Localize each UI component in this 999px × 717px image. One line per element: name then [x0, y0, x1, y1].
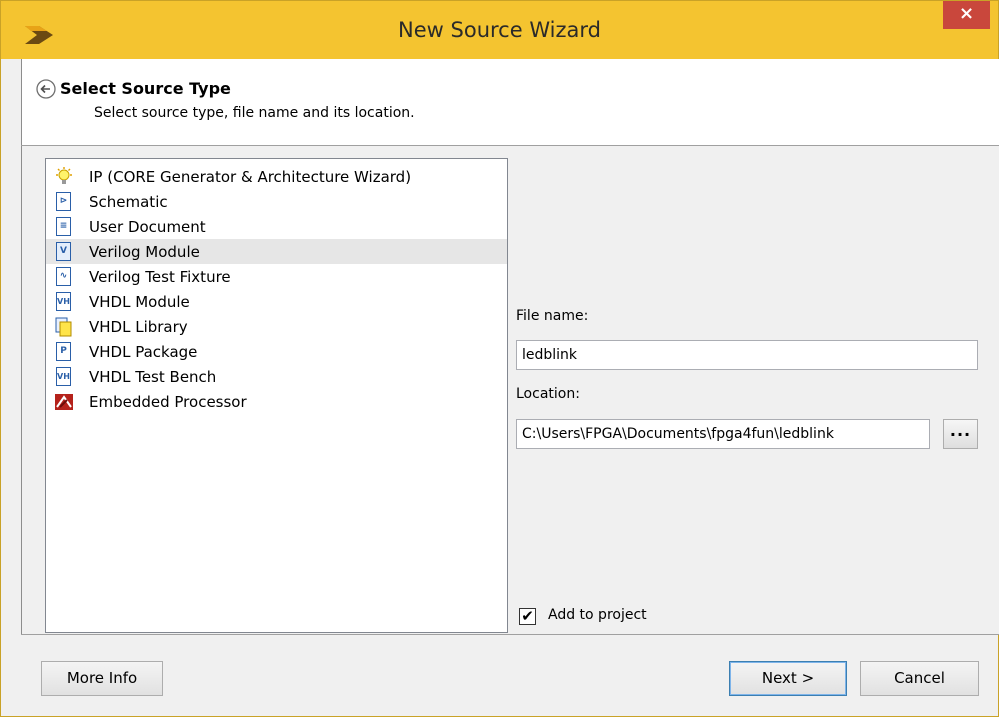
add-to-project-label[interactable]: Add to project — [548, 607, 647, 623]
list-item-label: Schematic — [89, 192, 168, 211]
list-item-label: Verilog Test Fixture — [89, 267, 231, 286]
list-item-label: Embedded Processor — [89, 392, 247, 411]
package-icon: P — [54, 341, 74, 362]
vhdl-module-icon: VH — [54, 291, 74, 312]
close-button[interactable]: × — [943, 1, 990, 29]
list-item-label: User Document — [89, 217, 206, 236]
back-arrow-icon[interactable] — [36, 79, 56, 99]
document-icon: ≡ — [54, 216, 74, 237]
more-info-button[interactable]: More Info — [41, 661, 163, 696]
list-item-label: VHDL Package — [89, 342, 198, 361]
page-subtitle: Select source type, file name and its lo… — [94, 105, 415, 121]
processor-icon — [54, 392, 74, 412]
list-item[interactable]: ⊳ Schematic — [46, 189, 507, 214]
list-item[interactable]: V Verilog Module — [46, 239, 507, 264]
page-title: Select Source Type — [60, 79, 231, 98]
list-item[interactable]: Embedded Processor — [46, 389, 507, 414]
list-item[interactable]: VHDL Library — [46, 314, 507, 339]
list-item[interactable]: ∿ Verilog Test Fixture — [46, 264, 507, 289]
list-item-label: VHDL Module — [89, 292, 190, 311]
verilog-module-icon: V — [54, 241, 74, 262]
new-source-wizard-window: New Source Wizard × Select Source Type S… — [0, 0, 999, 717]
location-input[interactable]: C:\Users\FPGA\Documents\fpga4fun\ledblin… — [516, 419, 930, 449]
test-bench-icon: VH — [54, 366, 74, 387]
list-item[interactable]: IP (CORE Generator & Architecture Wizard… — [46, 164, 507, 189]
browse-button[interactable]: ... — [943, 419, 978, 449]
library-icon — [54, 317, 74, 337]
next-button[interactable]: Next > — [729, 661, 847, 696]
list-item-label: VHDL Library — [89, 317, 188, 336]
file-name-input[interactable]: ledblink — [516, 340, 978, 370]
list-item[interactable]: P VHDL Package — [46, 339, 507, 364]
footer-divider — [21, 634, 999, 635]
wizard-content: IP (CORE Generator & Architecture Wizard… — [21, 146, 999, 634]
source-type-list[interactable]: IP (CORE Generator & Architecture Wizard… — [45, 158, 508, 633]
add-to-project-checkbox[interactable]: ✔ — [519, 608, 536, 625]
file-name-label: File name: — [516, 308, 589, 324]
schematic-icon: ⊳ — [54, 191, 74, 212]
list-item-label: Verilog Module — [89, 242, 200, 261]
lightbulb-icon — [54, 166, 74, 187]
location-label: Location: — [516, 386, 580, 402]
list-item[interactable]: ≡ User Document — [46, 214, 507, 239]
cancel-button[interactable]: Cancel — [860, 661, 979, 696]
list-item-label: IP (CORE Generator & Architecture Wizard… — [89, 167, 412, 186]
waveform-icon: ∿ — [54, 266, 74, 287]
title-bar[interactable]: New Source Wizard × — [1, 1, 998, 59]
window-title: New Source Wizard — [398, 18, 601, 42]
wizard-header: Select Source Type Select source type, f… — [21, 59, 999, 145]
list-item-label: VHDL Test Bench — [89, 367, 217, 386]
list-item[interactable]: VH VHDL Test Bench — [46, 364, 507, 389]
list-item[interactable]: VH VHDL Module — [46, 289, 507, 314]
